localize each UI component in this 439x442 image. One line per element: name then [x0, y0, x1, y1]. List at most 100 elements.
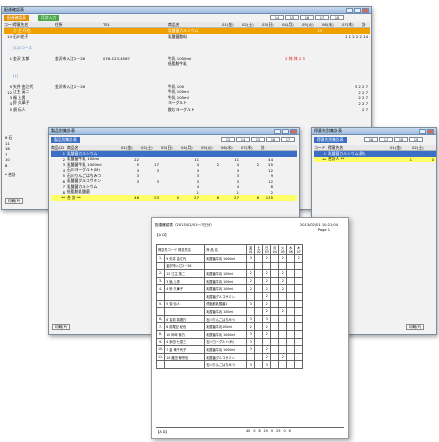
tab-customer-summary[interactable]: 得意先別集計表 — [314, 137, 347, 143]
nav-button[interactable]: 14 — [270, 15, 284, 20]
nav-button[interactable]: 16 — [300, 15, 314, 20]
main-window-titlebar[interactable]: 配達確認表 — [2, 7, 371, 14]
cell: 4 — [196, 162, 199, 168]
footer-total: 0 — [283, 429, 286, 433]
report-cell — [270, 337, 280, 347]
product-window-titlebar[interactable]: 製品別集計表 — [49, 128, 299, 135]
report-row: 乳酸菌牛乳 100ml 2 2 — [155, 307, 304, 316]
cell: 2 2 7 — [358, 100, 368, 106]
window-controls — [419, 128, 434, 134]
tab-monthly[interactable]: 月次入力 — [38, 15, 60, 21]
report-cell — [286, 322, 296, 331]
cell: 3 — [136, 178, 139, 184]
footer-total: 25 — [276, 429, 281, 433]
table-row[interactable]: カ 主 仔也 乳酸菌カルシウム 14 — [4, 28, 370, 34]
report-col-day: 日 03 — [262, 244, 272, 255]
cell: 3 — [156, 178, 159, 184]
report-cell: 乳酸菌牛乳 100ml — [204, 284, 248, 293]
report-cell: 10 蔵田 郁宗也 — [164, 352, 206, 362]
nav-button[interactable]: 18 — [330, 15, 344, 20]
cell: 4 — [62, 167, 65, 173]
report-cell — [262, 261, 272, 271]
nav-button[interactable]: 15 — [285, 15, 299, 20]
group-row: [1] — [4, 73, 370, 79]
report-cell: 7- — [155, 322, 166, 331]
cell: 1 — [62, 151, 65, 157]
total-row: ** 合 計 ** 46 23 0 27 6 27 6 135 — [51, 195, 297, 201]
cell: 3 — [196, 173, 199, 179]
nav-button[interactable]: 16 — [364, 137, 378, 142]
maximize-icon[interactable] — [354, 7, 361, 13]
report-row: 乳酸菌グルコサミン 2 — [155, 291, 304, 301]
table-row[interactable]: 4 鈴 久華子 ヨーグルト 2 2 7 — [4, 100, 370, 107]
report-cell: 2 — [278, 307, 288, 316]
cell: 17 — [154, 162, 159, 168]
minimize-icon[interactable] — [419, 128, 426, 134]
report-cell — [294, 276, 304, 286]
print-button[interactable]: 印刷(P) — [406, 324, 425, 330]
report-cell: 3 — [246, 360, 256, 369]
tab-product-summary[interactable]: 製品別集計表 — [51, 137, 80, 143]
report-cell — [270, 314, 280, 324]
report-cell — [270, 276, 280, 286]
nav-button[interactable]: 17 — [281, 137, 295, 142]
customer-window-titlebar[interactable]: 得意先別集計表 — [312, 128, 436, 135]
minimize-icon[interactable] — [346, 7, 353, 13]
report-cell: 10- — [155, 345, 166, 354]
table-row[interactable]: 14 石川花子 乳酸菌飲料 1 1 2 2 2 14 — [4, 34, 370, 40]
maximize-icon[interactable] — [282, 128, 289, 134]
report-cell — [155, 261, 166, 271]
report-cell — [294, 360, 304, 369]
close-icon[interactable] — [362, 7, 369, 13]
col-item: 商品名 — [168, 21, 180, 27]
report-cell — [286, 345, 296, 354]
report-cell — [270, 307, 280, 316]
report-col-item: 商 品 名 — [204, 244, 248, 255]
col-day: 06(水) — [322, 21, 334, 27]
nav-button[interactable]: 16 — [266, 137, 280, 142]
cell: 25 — [268, 162, 273, 168]
minimize-icon[interactable] — [274, 128, 281, 134]
footer-total: 40 — [246, 429, 251, 433]
report-cell — [254, 261, 264, 271]
nav-button[interactable]: 17 — [315, 15, 329, 20]
nav-button[interactable]: 17 — [379, 137, 393, 142]
nav-button[interactable]: 14 — [236, 137, 250, 142]
cell: 6 — [62, 178, 65, 184]
nav-button[interactable]: 15 — [251, 137, 265, 142]
tab-delivery[interactable]: 配達確認表 — [4, 15, 29, 21]
report-cell — [270, 299, 280, 309]
report-cell: 3 — [246, 299, 256, 309]
day-num: 02 — [256, 250, 261, 254]
print-button[interactable]: 印刷(P) — [5, 198, 24, 204]
close-icon[interactable] — [290, 128, 297, 134]
report-cell: 8- — [155, 329, 166, 339]
report-cell — [294, 307, 304, 316]
col-name: 得意先名 — [328, 144, 344, 150]
close-icon[interactable] — [427, 128, 434, 134]
cell: 須 伝人 — [13, 106, 26, 112]
table-row[interactable]: 5 須 伝人 飲むヨーグルト 2 7 — [4, 107, 370, 113]
print-button[interactable]: 印刷(P) — [52, 324, 71, 330]
report-cell — [294, 269, 304, 278]
col-total: 計 — [261, 144, 265, 150]
cell: 6 — [216, 195, 219, 201]
report-cell — [286, 269, 296, 278]
nav-button[interactable]: 18 — [394, 137, 408, 142]
nav-button[interactable]: 13 — [221, 137, 235, 142]
report-cell — [278, 345, 288, 354]
report-cell: 石川りんごはちみつ — [204, 360, 248, 369]
nav-button[interactable]: 19 — [409, 137, 423, 142]
cell: 低脂肪牛乳 — [168, 60, 187, 66]
report-cell — [294, 352, 304, 362]
report-cell — [286, 261, 296, 271]
report-row: 1- 9 矢井 由江代 乳酸菌牛乳 1000ml 3 2 2 2 — [155, 254, 304, 263]
cell: 27 — [234, 195, 239, 201]
cell: 1 1 2 2 2 14 — [345, 34, 368, 40]
report-footer: 【A D】 40 0 8 25 0 25 0 6 — [156, 427, 344, 434]
cell: 3 — [136, 167, 139, 173]
table-row[interactable]: 低脂肪牛乳 — [4, 61, 370, 67]
report-cell — [294, 329, 304, 339]
cell: 1 — [409, 156, 412, 162]
report-cell: 5- — [155, 299, 166, 309]
